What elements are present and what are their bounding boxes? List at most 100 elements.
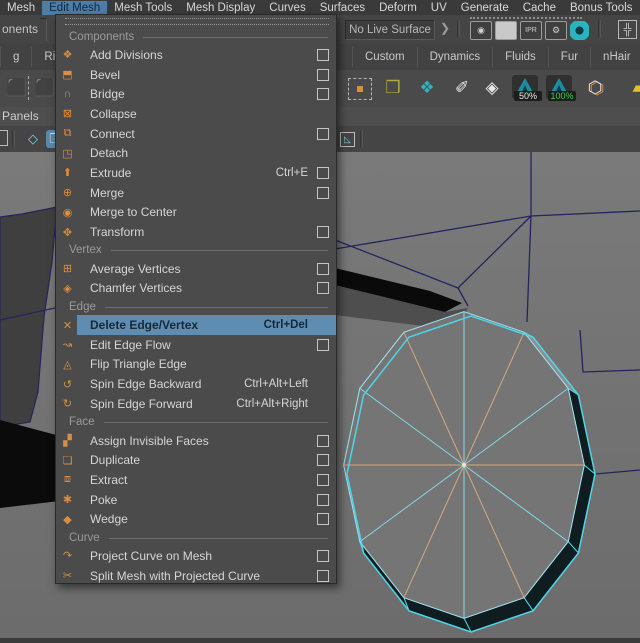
wireframe-cube-icon[interactable]: ◇ xyxy=(24,130,42,148)
option-box[interactable] xyxy=(316,513,329,526)
menu-item-assign-invisible-faces[interactable]: ▞ Assign Invisible Faces xyxy=(56,431,336,451)
option-box[interactable] xyxy=(316,569,329,582)
menubar-item-surfaces[interactable]: Surfaces xyxy=(313,1,372,15)
menubar-item-curves[interactable]: Curves xyxy=(262,1,312,15)
option-box[interactable] xyxy=(316,226,329,239)
menu-item-extrude[interactable]: ⬆ Extrude Ctrl+E xyxy=(56,163,336,183)
bevel-icon: ⬒ xyxy=(62,69,73,82)
menu-item-body: Bevel xyxy=(77,65,336,85)
option-box[interactable] xyxy=(316,186,329,199)
menu-item-merge[interactable]: ⊕ Merge xyxy=(56,183,336,203)
maya-100-icon[interactable]: 100% xyxy=(546,75,576,101)
menu-item-edit-edge-flow[interactable]: ↝ Edit Edge Flow xyxy=(56,335,336,355)
menu-item-detach[interactable]: ◳ Detach xyxy=(56,143,336,163)
menu-item-chamfer-vertices[interactable]: ◈ Chamfer Vertices xyxy=(56,279,336,299)
shelf-tab-fluids[interactable]: Fluids xyxy=(493,47,549,67)
menu-item-merge-to-center[interactable]: ◉ Merge to Center xyxy=(56,203,336,223)
menu-item-body: Edit Edge Flow xyxy=(77,335,336,355)
menu-item-spin-edge-forward[interactable]: ↻ Spin Edge Forward Ctrl+Alt+Right xyxy=(56,394,336,414)
menu-item-label: Wedge xyxy=(90,512,128,527)
section-collapse-arrow[interactable]: ❯ xyxy=(440,21,450,35)
knife-tool-icon[interactable]: ✐ xyxy=(449,75,475,101)
menubar-item-mesh-display[interactable]: Mesh Display xyxy=(179,1,262,15)
average-vertices-icon: ⊞ xyxy=(62,263,73,276)
hypershade-icon[interactable] xyxy=(570,21,589,40)
menu-item-collapse[interactable]: ⊠ Collapse xyxy=(56,104,336,124)
shelf-tab-nhair[interactable]: nHair xyxy=(591,47,640,67)
snap-to-grid-icon[interactable]: ╬ xyxy=(618,20,637,39)
menu-item-bridge[interactable]: ∩ Bridge xyxy=(56,84,336,104)
menubar-item-edit-mesh[interactable]: Edit Mesh xyxy=(42,0,108,15)
shelf-tab-g[interactable]: g xyxy=(0,47,33,67)
menu-item-connect[interactable]: ⧉ Connect xyxy=(56,124,336,144)
project-curve-icon: ↷ xyxy=(62,550,73,563)
marquee-tool-icon[interactable] xyxy=(348,78,372,100)
menu-item-split-mesh-with-projected-curve[interactable]: ✂ Split Mesh with Projected Curve xyxy=(56,566,336,586)
menu-section-rule xyxy=(108,537,328,539)
render-frame-icon[interactable] xyxy=(495,21,517,40)
menu-item-label: Chamfer Vertices xyxy=(90,281,183,296)
option-box[interactable] xyxy=(316,88,329,101)
option-box-slot xyxy=(316,473,329,486)
render-view-icon[interactable]: ◉ xyxy=(470,21,492,40)
menu-item-label: Add Divisions xyxy=(90,47,163,62)
menu-item-wedge[interactable]: ◆ Wedge xyxy=(56,509,336,529)
menubar-item-uv[interactable]: UV xyxy=(424,1,454,15)
menu-item-add-divisions[interactable]: ❖ Add Divisions xyxy=(56,45,336,65)
option-box[interactable] xyxy=(316,434,329,447)
panels-menu[interactable]: Panels xyxy=(2,109,39,123)
ipr-render-icon[interactable]: IPR xyxy=(520,21,542,40)
menu-item-average-vertices[interactable]: ⊞ Average Vertices xyxy=(56,259,336,279)
mirror-geometry-icon[interactable]: ⬛ xyxy=(4,75,30,101)
target-weld-icon[interactable]: ◈ xyxy=(479,75,505,101)
selection-mode-dropdown-border xyxy=(40,18,47,41)
option-box[interactable] xyxy=(316,127,329,140)
isolate-select-icon[interactable]: ◺ xyxy=(340,132,355,147)
menu-item-duplicate[interactable]: ❏ Duplicate xyxy=(56,450,336,470)
menubar-item-mesh[interactable]: Mesh xyxy=(0,1,42,15)
menu-item-project-curve-on-mesh[interactable]: ↷ Project Curve on Mesh xyxy=(56,546,336,566)
option-box[interactable] xyxy=(316,48,329,61)
option-box[interactable] xyxy=(316,68,329,81)
menubar-item-bonus-tools[interactable]: Bonus Tools xyxy=(563,1,639,15)
option-box[interactable] xyxy=(316,282,329,295)
menu-item-body: Detach xyxy=(77,143,336,163)
menu-tearoff-handle[interactable] xyxy=(65,18,329,25)
option-box[interactable] xyxy=(316,473,329,486)
menu-item-poke[interactable]: ✱ Poke xyxy=(56,490,336,510)
edit-edge-flow-icon: ↝ xyxy=(62,339,73,352)
menu-item-transform[interactable]: ✥ Transform xyxy=(56,222,336,242)
menubar-item-mesh-tools[interactable]: Mesh Tools xyxy=(107,1,179,15)
shelf-tab-custom[interactable]: Custom xyxy=(352,47,418,67)
menu-item-body: Split Mesh with Projected Curve xyxy=(77,566,336,586)
render-settings-icon[interactable]: ⚙ xyxy=(545,21,567,40)
menubar-item-deform[interactable]: Deform xyxy=(372,1,424,15)
option-box[interactable] xyxy=(316,262,329,275)
option-box[interactable] xyxy=(316,454,329,467)
shelf-tab-fur[interactable]: Fur xyxy=(549,47,592,67)
menubar-item-generate[interactable]: Generate xyxy=(454,1,516,15)
poly-cube-icon[interactable]: ⬡ xyxy=(582,75,608,101)
add-layer-icon[interactable]: ❖ xyxy=(414,75,440,101)
menu-item-bevel[interactable]: ⬒ Bevel xyxy=(56,65,336,85)
menu-item-label: Edit Edge Flow xyxy=(90,337,171,352)
paint-tool-icon[interactable]: ▰ xyxy=(626,75,640,101)
menubar-item-cache[interactable]: Cache xyxy=(516,1,563,15)
menu-item-spin-edge-backward[interactable]: ↺ Spin Edge Backward Ctrl+Alt+Left xyxy=(56,374,336,394)
menu-item-body: Duplicate xyxy=(77,450,336,470)
option-box[interactable] xyxy=(316,338,329,351)
live-surface-field[interactable]: No Live Surface xyxy=(345,20,435,40)
selection-mode-dropdown[interactable]: onents xyxy=(2,22,38,36)
menu-item-extract[interactable]: ⧈ Extract xyxy=(56,470,336,490)
menu-item-flip-triangle-edge[interactable]: ◬ Flip Triangle Edge xyxy=(56,355,336,375)
option-box[interactable] xyxy=(316,493,329,506)
menu-item-body: Bridge xyxy=(77,84,336,104)
option-box-slot xyxy=(316,398,329,409)
option-box[interactable] xyxy=(316,549,329,562)
maya-50-icon[interactable]: 50% xyxy=(512,75,542,101)
shelf-tab-dynamics[interactable]: Dynamics xyxy=(418,47,494,67)
menu-item-delete-edge-vertex[interactable]: ✕ Delete Edge/Vertex Ctrl+Del xyxy=(56,315,336,335)
menu-item-body: Collapse xyxy=(77,104,336,124)
delete-layers-icon[interactable]: ❒ xyxy=(380,75,406,101)
option-box[interactable] xyxy=(316,166,329,179)
